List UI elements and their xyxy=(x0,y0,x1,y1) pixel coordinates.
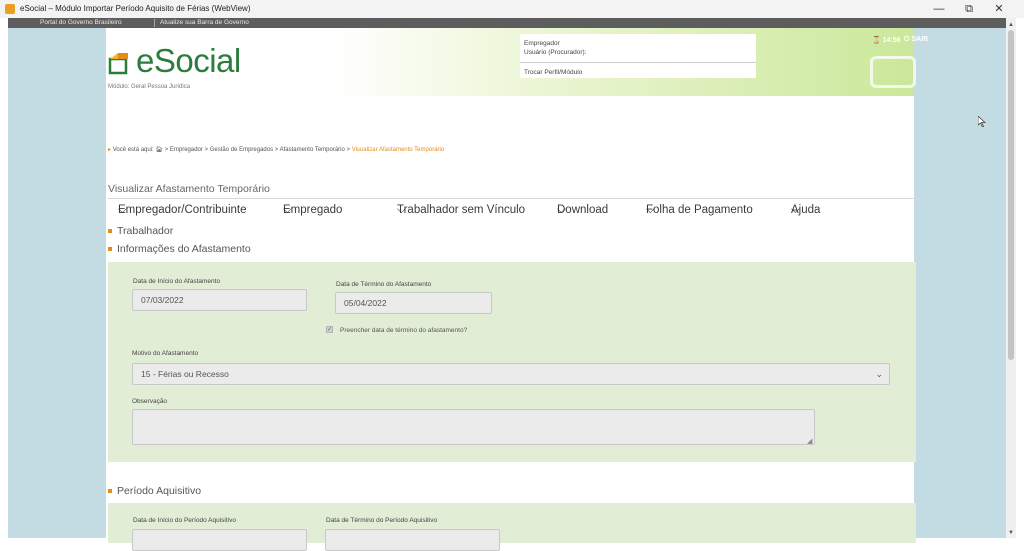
logout-label: SAIR xyxy=(911,36,929,43)
inicio-afastamento-label: Data de Início do Afastamento xyxy=(133,278,221,285)
empregador-label: Empregador xyxy=(524,40,560,47)
gov-bar-divider xyxy=(154,19,155,27)
session-timer: ⌛ 14:56 xyxy=(872,36,901,44)
trocar-perfil-link[interactable]: Trocar Perfil/Módulo xyxy=(524,69,582,76)
session-time: 14:56 xyxy=(882,37,901,44)
hourglass-icon: ⌛ xyxy=(872,37,881,44)
section-bullet xyxy=(108,229,112,234)
esocial-logo-icon xyxy=(108,53,128,75)
breadcrumb-bullet: ▸ xyxy=(108,147,112,153)
page-title: Visualizar Afastamento Temporário xyxy=(108,183,270,195)
resize-handle-icon[interactable]: ◢ xyxy=(807,437,812,445)
left-background-panel xyxy=(8,28,106,538)
restore-button[interactable]: ⧉ xyxy=(958,1,980,17)
logout-button[interactable]: ⏻ SAIR xyxy=(904,36,928,44)
inicio-periodo-field[interactable] xyxy=(132,529,307,551)
preencher-termino-checkbox[interactable]: ✓ xyxy=(326,326,333,333)
nav-label: Trabalhador sem Vínculo xyxy=(397,204,526,216)
nav-label: Empregador/Contribuinte xyxy=(118,204,247,216)
section-bullet xyxy=(108,247,112,252)
termino-periodo-label: Data de Término do Período Aquisitivo xyxy=(326,517,438,524)
atualize-link[interactable]: Atualize sua Barra de Governo xyxy=(160,19,249,26)
motivo-afastamento-select[interactable]: 15 - Férias ou Recesso ⌄ xyxy=(132,363,890,385)
section-label: Informações do Afastamento xyxy=(117,243,251,255)
motivo-afastamento-label: Motivo do Afastamento xyxy=(132,350,199,357)
scroll-up-icon[interactable]: ▲ xyxy=(1007,22,1015,28)
chevron-down-icon: ⌵ xyxy=(646,204,655,216)
gov-bar: Portal do Governo Brasileiro Atualize su… xyxy=(8,18,1014,28)
user-info-box: Empregador Usuário (Procurador): Trocar … xyxy=(520,34,756,78)
scroll-down-icon[interactable]: ▼ xyxy=(1007,530,1015,536)
section-bullet xyxy=(108,489,112,494)
chevron-down-icon: ⌄ xyxy=(875,369,883,379)
home-icon[interactable]: 🏠︎ xyxy=(155,147,163,153)
breadcrumb-path[interactable]: > Empregador > Gestão de Empregados > Af… xyxy=(165,147,350,153)
right-background-panel xyxy=(914,28,1006,538)
chevron-down-icon: ⌵ xyxy=(397,204,406,216)
motivo-selected-value: 15 - Férias ou Recesso xyxy=(141,369,229,379)
close-button[interactable]: ✕ xyxy=(988,1,1010,17)
section-periodo-aquisitivo[interactable]: Período Aquisitivo xyxy=(108,485,201,497)
mouse-cursor-icon xyxy=(978,116,986,127)
chevron-down-icon: ⌵ xyxy=(791,204,800,216)
section-label: Período Aquisitivo xyxy=(117,485,202,497)
termino-periodo-field[interactable] xyxy=(325,529,500,551)
section-informacoes-afastamento[interactable]: Informações do Afastamento xyxy=(108,243,251,255)
section-label: Trabalhador xyxy=(117,225,174,237)
chevron-down-icon: ⌵ xyxy=(118,204,127,216)
breadcrumb-current: Visualizar Afastamento Temporário xyxy=(351,147,445,153)
chevron-down-icon: ⌵ xyxy=(557,204,566,216)
breadcrumb: ▸ Você está aqui: 🏠︎ > Empregador > Gest… xyxy=(108,146,444,153)
termino-afastamento-label: Data de Término do Afastamento xyxy=(336,281,432,288)
window-title-bar: eSocial – Módulo Importar Período Aquisi… xyxy=(0,0,1024,18)
termino-afastamento-field[interactable]: 05/04/2022 xyxy=(335,292,492,314)
esocial-logo-text[interactable]: eSocial xyxy=(136,42,241,80)
window-title: eSocial – Módulo Importar Período Aquisi… xyxy=(20,4,251,13)
breadcrumb-prefix: Você está aqui: xyxy=(112,147,154,153)
portal-link[interactable]: Portal do Governo Brasileiro xyxy=(40,19,122,26)
user-box-divider xyxy=(520,62,756,63)
header-decoration xyxy=(870,56,916,88)
minimize-button[interactable]: — xyxy=(928,1,950,17)
usuario-label: Usuário (Procurador): xyxy=(524,49,587,56)
section-trabalhador[interactable]: Trabalhador xyxy=(108,225,173,237)
observacao-textarea[interactable] xyxy=(132,409,815,445)
nav-label: Folha de Pagamento xyxy=(646,204,753,216)
observacao-label: Observação xyxy=(132,398,168,405)
power-icon: ⏻ xyxy=(904,36,910,43)
preencher-termino-label: Preencher data de término do afastamento… xyxy=(340,327,468,334)
app-icon xyxy=(5,4,15,14)
inicio-afastamento-field[interactable]: 07/03/2022 xyxy=(132,289,307,311)
module-label: Módulo: Geral Pessoa Jurídica xyxy=(108,84,191,90)
scrollbar-thumb[interactable] xyxy=(1008,30,1014,360)
chevron-down-icon: ⌵ xyxy=(283,204,292,216)
inicio-periodo-label: Data de Início do Período Aquisitivo xyxy=(133,517,236,524)
title-divider xyxy=(108,198,916,199)
